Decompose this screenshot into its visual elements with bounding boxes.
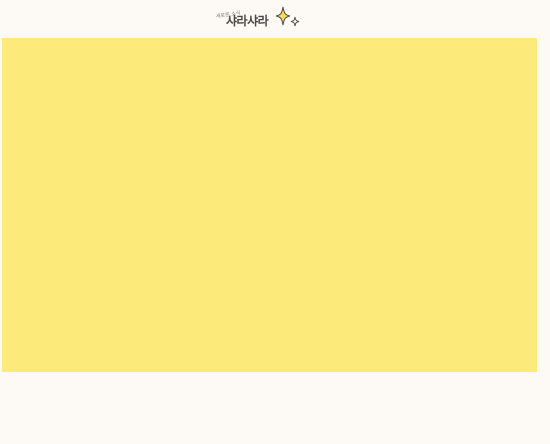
brand-name: 샤라샤라 <box>226 14 269 28</box>
hero-banner <box>2 38 537 372</box>
app-page: 새로운 소식 샤라샤라 <box>0 0 550 444</box>
sparkle-icon <box>275 6 300 27</box>
site-header: 새로운 소식 샤라샤라 <box>0 0 550 38</box>
right-gutter <box>537 38 550 372</box>
brand-logo[interactable]: 새로운 소식 샤라샤라 <box>214 6 300 30</box>
